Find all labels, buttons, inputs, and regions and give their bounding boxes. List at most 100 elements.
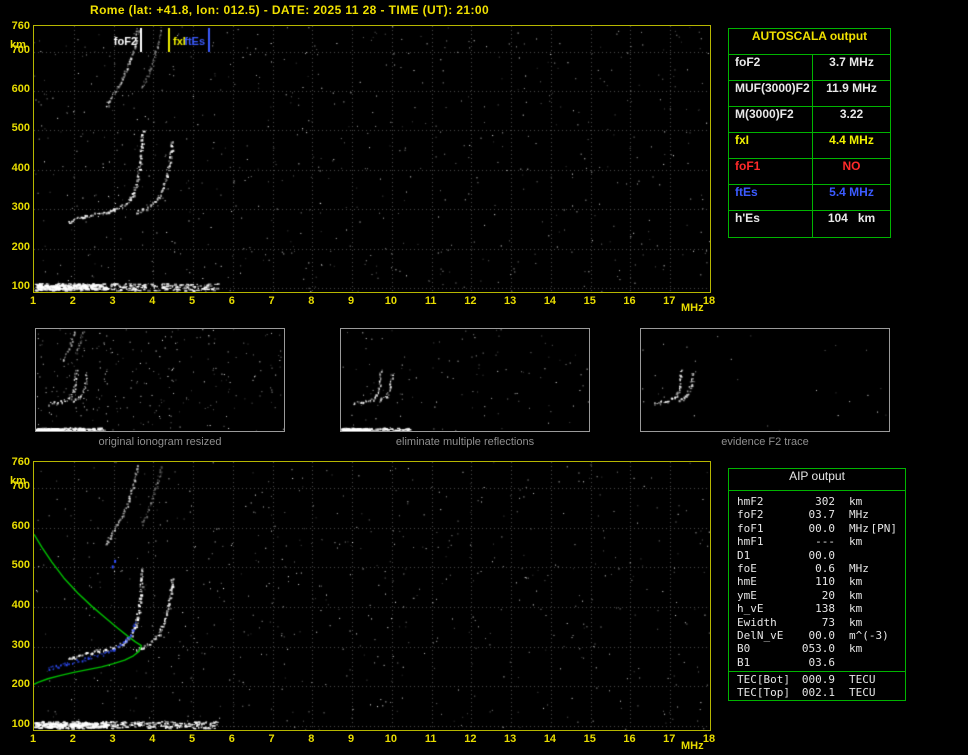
thumbnail-f2-trace (640, 328, 890, 432)
aip-param-unit (835, 549, 849, 562)
y-axis-tick-top: 500 (11, 122, 30, 135)
station-date-time-title: Rome (lat: +41.8, lon: 012.5) - DATE: 20… (90, 3, 490, 17)
x-axis-tick-bottom: 11 (424, 733, 437, 745)
x-axis-tick-top: 13 (504, 295, 517, 307)
y-axis-tick-bottom: 400 (11, 598, 30, 611)
aip-param-label: h_vE (737, 602, 764, 616)
y-axis-tick-bottom: 760 (11, 455, 30, 468)
aip-tec-value: 000.9 (801, 673, 835, 687)
aip-param-label: B0 (737, 642, 751, 656)
aip-param-label: hmF2 (737, 495, 764, 508)
aip-param-value: 302 (815, 495, 835, 508)
autoscala-param-label: h'Es (729, 211, 813, 237)
x-axis-tick-top: 12 (464, 295, 477, 307)
autoscala-param-value: 4.4 MHz (829, 133, 874, 147)
autoscala-param-value: 104 km (827, 211, 876, 225)
thumbnail-original-ionogram (35, 328, 285, 432)
aip-tec-row: TEC[Top] 002.1 TECU (729, 686, 905, 699)
autoscala-param-value: 3.22 (839, 107, 864, 121)
x-axis-tick-top: 14 (543, 295, 557, 307)
x-axis-tick-top: 15 (583, 295, 596, 307)
aip-param-label: DelN_vE (737, 628, 784, 642)
aip-param-unit: MHz (849, 521, 869, 535)
thumbnail-caption-f2-trace: evidence F2 trace (721, 436, 809, 448)
aip-table-body: hmF2 302 km foF2 03.7 MHz foF1 00.0 MHz [PN] hmF1-… (729, 491, 905, 669)
aip-row: D1 00.0 (729, 549, 905, 562)
x-axis-tick-bottom: 1 (29, 733, 37, 745)
x-axis-unit-bottom: MHz (681, 740, 704, 752)
x-axis-tick-top: 3 (109, 295, 116, 307)
x-axis-tick-top: 4 (149, 295, 156, 307)
x-axis-unit-top: MHz (681, 302, 704, 314)
y-axis-tick-top: 200 (11, 240, 30, 253)
thumbnail-multiple-reflections (340, 328, 590, 432)
autoscala-output-table: AUTOSCALA output foF2 3.7 MHz MUF(3000)F2 1… (728, 28, 891, 238)
autoscala-row: M(3000)F2 3.22 (729, 107, 890, 133)
aip-tec-value: 002.1 (801, 686, 835, 700)
aip-tec-unit: TECU (849, 673, 876, 687)
x-axis-tick-bottom: 8 (308, 733, 315, 745)
x-axis-tick-bottom: 18 (702, 733, 716, 745)
x-axis-tick-top: 11 (424, 295, 437, 307)
aip-param-value: --- (815, 535, 835, 549)
autoscala-param-value: 5.4 MHz (829, 185, 874, 199)
aip-param-unit: km (849, 535, 863, 549)
aip-param-value: 03.6 (808, 655, 836, 669)
autoscala-row: h'Es 104 km (729, 211, 890, 237)
bottom-ionogram-canvas (34, 462, 710, 730)
aip-param-label: hmF1 (737, 535, 764, 549)
autoscala-window: Rome (lat: +41.8, lon: 012.5) - DATE: 20… (0, 0, 968, 755)
x-axis-tick-bottom: 3 (109, 733, 116, 745)
x-axis-tick-bottom: 10 (384, 733, 397, 745)
bottom-ionogram-plot (33, 461, 711, 731)
autoscala-param-label: fxI (729, 133, 813, 158)
autoscala-row: foF1 NO (729, 159, 890, 185)
aip-param-value: 00.0 (808, 521, 836, 535)
autoscala-param-label: MUF(3000)F2 (729, 81, 813, 106)
x-axis-tick-top: 8 (308, 295, 315, 307)
aip-row: Ewidth 73 km (729, 616, 905, 629)
aip-param-label: Ewidth (737, 615, 777, 629)
autoscala-row: foF2 3.7 MHz (729, 55, 890, 81)
autoscala-param-value: 11.9 MHz (826, 81, 877, 95)
x-axis-tick-bottom: 15 (583, 733, 596, 745)
x-axis-tick-bottom: 6 (228, 733, 235, 745)
x-axis-tick-bottom: 7 (268, 733, 275, 745)
x-axis-tick-top: 6 (228, 295, 235, 307)
aip-param-label: foF2 (737, 508, 764, 522)
thumbnail-caption-original: original ionogram resized (98, 436, 222, 448)
aip-param-value: 20 (821, 588, 835, 602)
autoscala-param-label: ftEs (729, 185, 813, 210)
aip-tec-row: TEC[Bot] 000.9 TECU (729, 673, 905, 686)
y-axis-tick-bottom: 300 (11, 638, 30, 651)
y-axis-tick-bottom: 100 (11, 718, 30, 731)
aip-param-unit: km (849, 588, 863, 602)
aip-row: B1 03.6 (729, 656, 905, 669)
x-axis-tick-top: 1 (29, 295, 37, 307)
aip-param-unit: km (849, 642, 863, 656)
aip-param-label: D1 (737, 548, 751, 562)
aip-param-label: hmE (737, 575, 757, 589)
x-axis-tick-top: 2 (69, 295, 76, 307)
aip-param-value: 138 (815, 602, 835, 616)
aip-param-label: ymE (737, 588, 757, 602)
aip-param-label: foE (737, 561, 757, 575)
x-axis-tick-top: 17 (663, 295, 676, 307)
y-axis-tick-top: 700 (11, 43, 30, 56)
y-axis-tick-bottom: 600 (11, 519, 30, 532)
x-axis-tick-top: 5 (188, 295, 196, 307)
autoscala-param-label: foF2 (729, 55, 813, 80)
aip-param-unit: km (849, 602, 863, 616)
aip-param-unit (835, 656, 849, 669)
aip-row: B0 053.0 km (729, 642, 905, 655)
y-axis-tick-bottom: 700 (11, 479, 30, 492)
aip-row: foF1 00.0 MHz [PN] (729, 522, 905, 535)
x-axis-tick-top: 7 (268, 295, 275, 307)
thumbnail-canvas-reflections (341, 329, 589, 431)
x-axis-tick-bottom: 12 (464, 733, 477, 745)
y-axis-tick-top: 600 (11, 83, 30, 96)
y-axis-tick-bottom: 500 (11, 559, 30, 572)
aip-param-note: [PN] (870, 521, 898, 535)
autoscala-table-title: AUTOSCALA output (729, 29, 890, 55)
x-axis-tick-bottom: 13 (504, 733, 517, 745)
